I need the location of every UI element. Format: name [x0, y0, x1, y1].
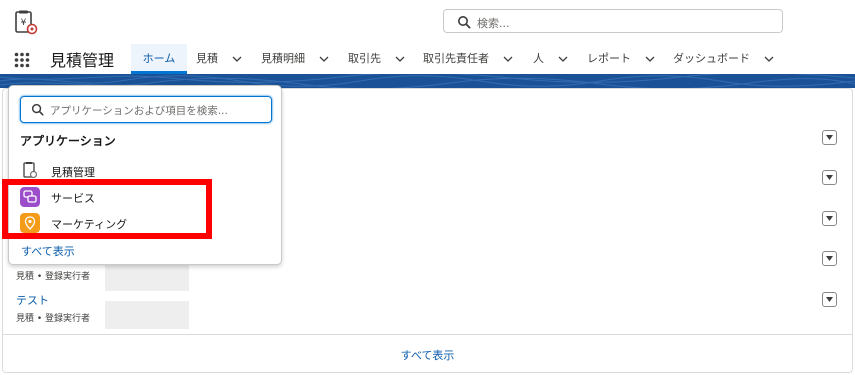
- navigation-bar: 見積管理 ホーム 見積 見積明細 取引先 取引先責任者 人 レポート ダッシュボ…: [0, 44, 855, 74]
- tab-reports[interactable]: レポート: [587, 44, 655, 74]
- search-icon: [31, 103, 44, 116]
- record-meta: 見積 • 登録実行者: [16, 314, 91, 324]
- tab-label: レポート: [587, 52, 631, 65]
- global-header: ¥ 検索...: [0, 0, 855, 44]
- chevron-down-icon[interactable]: [319, 56, 329, 62]
- tab-label: ダッシュボード: [673, 52, 750, 65]
- app-launcher-search-placeholder: アプリケーションおよび項目を検索...: [50, 105, 228, 117]
- tab-label: 見積: [196, 52, 218, 65]
- chevron-down-icon: [826, 135, 833, 140]
- tab-quotes[interactable]: 見積: [196, 44, 242, 74]
- highlight-annotation-box: [2, 179, 212, 239]
- tab-contacts[interactable]: 取引先責任者: [423, 44, 513, 74]
- global-search-placeholder: 検索...: [477, 17, 510, 30]
- tab-label: 人: [533, 52, 544, 65]
- chevron-down-icon[interactable]: [232, 56, 242, 62]
- chevron-down-icon[interactable]: [645, 56, 655, 62]
- chevron-down-icon: [826, 297, 833, 302]
- tab-home[interactable]: ホーム: [131, 44, 187, 74]
- tab-label: ホーム: [142, 52, 176, 65]
- row-action-dropdown-button[interactable]: [822, 251, 837, 266]
- chevron-down-icon[interactable]: [503, 56, 513, 62]
- app-name: 見積管理: [50, 51, 115, 70]
- chevron-down-icon: [826, 256, 833, 261]
- record-meta: 見積 • 登録実行者: [16, 272, 91, 282]
- chevron-down-icon[interactable]: [395, 56, 405, 62]
- tab-quote-line-items[interactable]: 見積明細: [261, 44, 329, 74]
- tab-dashboards[interactable]: ダッシュボード: [673, 44, 774, 74]
- card-footer-divider: [3, 334, 852, 335]
- chevron-down-icon: [826, 216, 833, 221]
- tab-label: 見積明細: [261, 52, 305, 65]
- global-search-input[interactable]: 検索...: [443, 9, 783, 33]
- record-title-link[interactable]: テスト: [16, 292, 49, 308]
- redacted-owner-name: [105, 301, 189, 329]
- app-launcher-waffle-icon[interactable]: [14, 52, 30, 68]
- app-launcher-view-all-link[interactable]: すべて表示: [21, 243, 75, 259]
- card-view-all-link[interactable]: すべて表示: [0, 347, 855, 363]
- tab-people[interactable]: 人: [533, 44, 568, 74]
- row-action-dropdown-button[interactable]: [822, 292, 837, 307]
- tab-label: 取引先責任者: [423, 52, 489, 65]
- svg-text:¥: ¥: [21, 18, 27, 28]
- row-action-dropdown-button[interactable]: [822, 130, 837, 145]
- tab-accounts[interactable]: 取引先: [348, 44, 405, 74]
- apps-heading: アプリケーション: [20, 134, 116, 148]
- search-icon: [458, 16, 471, 29]
- app-launcher-search-input[interactable]: アプリケーションおよび項目を検索...: [20, 96, 272, 123]
- app-item-label: 見積管理: [51, 166, 95, 179]
- row-action-dropdown-button[interactable]: [822, 211, 837, 226]
- redacted-owner-name: [105, 263, 189, 291]
- quote-app-logo-icon[interactable]: ¥: [13, 10, 39, 36]
- chevron-down-icon[interactable]: [764, 56, 774, 62]
- tab-label: 取引先: [348, 52, 381, 65]
- chevron-down-icon: [826, 175, 833, 180]
- row-action-dropdown-button[interactable]: [822, 170, 837, 185]
- quote-app-icon: [23, 162, 38, 179]
- chevron-down-icon[interactable]: [558, 56, 568, 62]
